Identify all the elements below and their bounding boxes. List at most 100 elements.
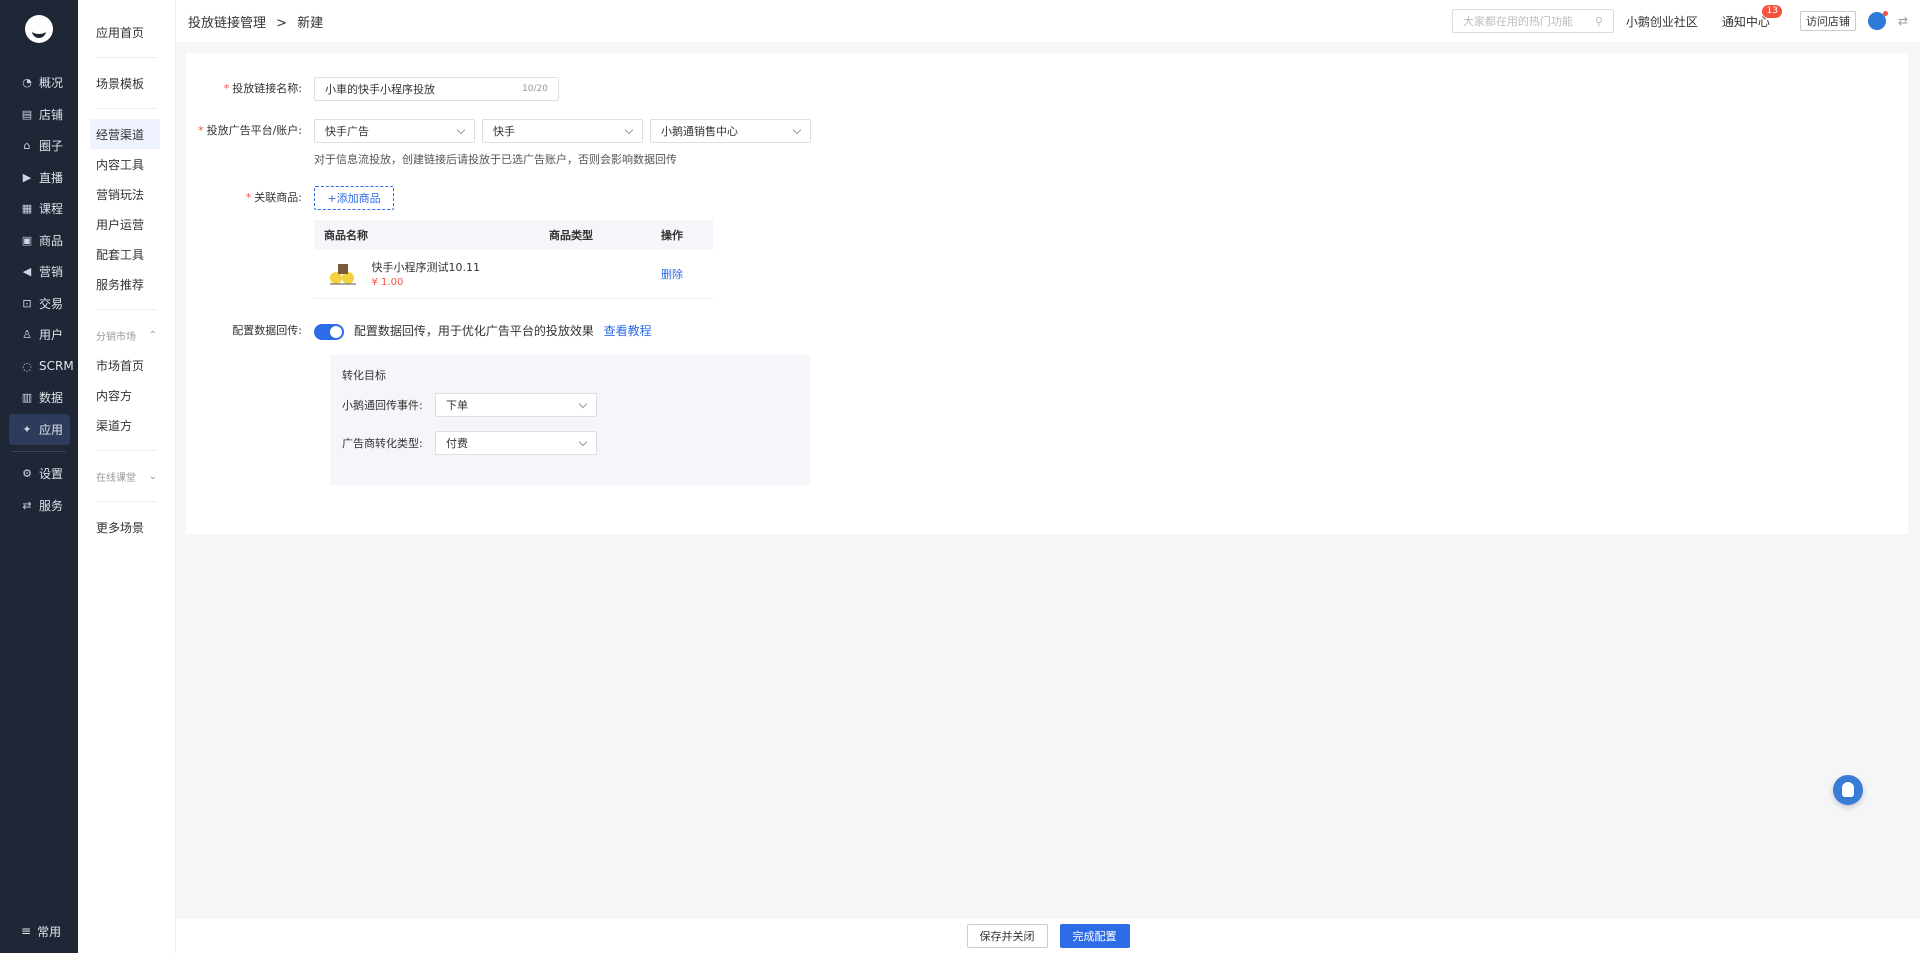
nav-item[interactable]: ⊡ 交易: [0, 288, 78, 320]
delete-link[interactable]: 删除: [661, 268, 683, 281]
conv-type-select[interactable]: 付费: [435, 431, 597, 455]
top-header: 投放链接管理 > 新建 大家都在用的热门功能 ⚲ 小鹅创业社区 通知中心 13 …: [176, 0, 1920, 42]
nav-item[interactable]: ▦ 课程: [0, 193, 78, 225]
goods-label: * 关联商品:: [245, 191, 302, 204]
chevron-down-icon: [624, 125, 634, 134]
row-link-name: * 投放链接名称: 小車的快手小程序投放 10/20: [186, 77, 559, 101]
subnav-item[interactable]: 渠道方: [78, 410, 175, 440]
col-goods-type: 商品类型: [539, 220, 651, 250]
link-name-input[interactable]: 小車的快手小程序投放 10/20: [314, 77, 559, 101]
nav-item[interactable]: ▥ 数据: [0, 382, 78, 414]
table-header-row: 商品名称 商品类型 操作: [314, 220, 713, 250]
goods-info: 快手小程序测试10.11 ¥ 1.00: [372, 259, 481, 288]
nav-item[interactable]: ◌ SCRM: [0, 351, 78, 383]
app-logo[interactable]: [25, 15, 53, 43]
action-cell: 删除: [651, 250, 713, 299]
nav-icon: ▤: [21, 107, 33, 121]
breadcrumb-separator: >: [276, 15, 288, 31]
platform-hint: 对于信息流投放，创建链接后请投放于已选广告账户，否则会影响数据回传: [314, 153, 677, 166]
nav-icon: ♙: [22, 328, 32, 342]
subnav-item[interactable]: 内容方: [78, 380, 175, 410]
nav-item[interactable]: ✦ 应用: [9, 413, 70, 445]
callback-toggle[interactable]: [314, 323, 344, 340]
nav-item[interactable]: ▣ 商品: [0, 225, 78, 257]
chevron-down-icon: [578, 399, 588, 408]
visit-shop-button[interactable]: 访问店铺: [1799, 11, 1856, 31]
link-name-value: 小車的快手小程序投放: [325, 83, 435, 96]
nav-icon: ▣: [21, 233, 33, 247]
main-nav-list: ◔ 概况 ▤ 店铺 ⌂ 圈子 ▶ 直播 ▦ 课程 ▣ 商品 ◀ 营销 ⊡ 交易 ♙ 用户 ◌ SCRM ▥ 数据 ✦ 应用 ⚙ 设…: [0, 67, 78, 521]
goods-table: 商品名称 商品类型 操作 快手小程序测试10.11 ¥ 1.00 删除: [314, 220, 713, 299]
account-select-value: 快手: [493, 125, 515, 138]
breadcrumb-parent[interactable]: 投放链接管理: [188, 16, 266, 31]
nav-icon: ▶: [22, 170, 32, 184]
search-input[interactable]: 大家都在用的热门功能 ⚲: [1451, 9, 1614, 33]
subnav-app-home[interactable]: 应用首页: [78, 17, 175, 47]
conv-title: 转化目标: [342, 369, 386, 382]
header-actions: 大家都在用的热门功能 ⚲ 小鹅创业社区 通知中心 13 访问店铺 ⇄: [1451, 4, 1908, 33]
nav-icon: ⇄: [22, 498, 32, 512]
form-panel: * 投放链接名称: 小車的快手小程序投放 10/20 * 投放广告平台/账户: 快手…: [186, 53, 1908, 534]
chevron-down-icon: [578, 437, 588, 446]
subnav-item[interactable]: 服务推荐: [78, 269, 175, 299]
sales-center-select[interactable]: 小鹅通销售中心: [650, 119, 811, 143]
nav-common[interactable]: ≡ 常用: [0, 917, 78, 945]
subnav-more-scenes[interactable]: 更多场景: [78, 512, 175, 542]
row-goods: * 关联商品: +添加商品 商品名称 商品类型 操作 快手小程序测试10.11 …: [186, 186, 713, 299]
nav-item-label: SCRM: [39, 359, 74, 374]
nav-item-label: 服务: [39, 498, 64, 513]
add-goods-button[interactable]: +添加商品: [314, 186, 394, 210]
conv-event-select[interactable]: 下单: [435, 393, 597, 417]
nav-item-label: 课程: [39, 202, 64, 217]
nav-item[interactable]: ◀ 营销: [0, 256, 78, 288]
subnav-item[interactable]: 内容工具: [78, 149, 175, 179]
nav-item-label: 交易: [39, 296, 64, 311]
subnav-item[interactable]: 营销玩法: [78, 179, 175, 209]
nav-item[interactable]: ◔ 概况: [0, 67, 78, 99]
nav-icon: ▦: [21, 202, 33, 216]
divider: [96, 57, 157, 58]
platform-select-value: 快手广告: [325, 125, 369, 138]
divider: [12, 451, 66, 452]
conv-type-value: 付费: [446, 437, 468, 450]
subnav-item[interactable]: 经营渠道: [90, 119, 160, 149]
community-link[interactable]: 小鹅创业社区: [1626, 13, 1698, 30]
platform-select[interactable]: 快手广告: [314, 119, 475, 143]
notify-link[interactable]: 通知中心 13: [1722, 4, 1782, 30]
subnav-item[interactable]: 用户运营: [78, 209, 175, 239]
divider: [96, 450, 157, 451]
subnav-group-distribution[interactable]: 分销市场 ⌃: [78, 320, 175, 350]
subnav-scene-template[interactable]: 场景模板: [78, 68, 175, 98]
callback-text: 配置数据回传，用于优化广告平台的投放效果: [353, 324, 594, 338]
search-placeholder: 大家都在用的热门功能: [1462, 15, 1573, 28]
swap-icon[interactable]: ⇄: [1898, 14, 1908, 28]
nav-item[interactable]: ▶ 直播: [0, 162, 78, 194]
nav-item-label: 营销: [39, 265, 64, 280]
row-callback: 配置数据回传: 配置数据回传，用于优化广告平台的投放效果 查看教程: [186, 319, 652, 343]
save-close-button[interactable]: 保存并关闭: [966, 923, 1048, 948]
callback-label: 配置数据回传:: [232, 324, 302, 337]
subnav-group-classroom[interactable]: 在线课堂 ⌄: [78, 461, 175, 491]
nav-icon: ◔: [22, 76, 32, 90]
char-count: 10/20: [522, 84, 548, 94]
divider: [96, 309, 157, 310]
nav-item[interactable]: ⚙ 设置: [0, 458, 78, 490]
done-button[interactable]: 完成配置: [1059, 923, 1130, 948]
avatar[interactable]: [1867, 11, 1888, 30]
breadcrumb: 投放链接管理 > 新建: [188, 12, 329, 31]
nav-item[interactable]: ⌂ 圈子: [0, 130, 78, 162]
customer-service-icon[interactable]: [1833, 775, 1863, 805]
nav-icon: ⚙: [22, 467, 32, 481]
nav-item[interactable]: ▤ 店铺: [0, 99, 78, 131]
subnav-item[interactable]: 配套工具: [78, 239, 175, 269]
subnav-item[interactable]: 市场首页: [78, 350, 175, 380]
tutorial-link[interactable]: 查看教程: [604, 324, 652, 338]
notify-badge: 13: [1762, 4, 1782, 18]
account-select[interactable]: 快手: [482, 119, 643, 143]
search-icon[interactable]: ⚲: [1595, 15, 1603, 28]
chevron-up-icon: ⌃: [148, 329, 157, 341]
nav-item[interactable]: ♙ 用户: [0, 319, 78, 351]
nav-item[interactable]: ⇄ 服务: [0, 490, 78, 522]
conv-type-row: 广告商转化类型: 付费: [342, 431, 798, 455]
nav-item-label: 店铺: [39, 107, 64, 122]
